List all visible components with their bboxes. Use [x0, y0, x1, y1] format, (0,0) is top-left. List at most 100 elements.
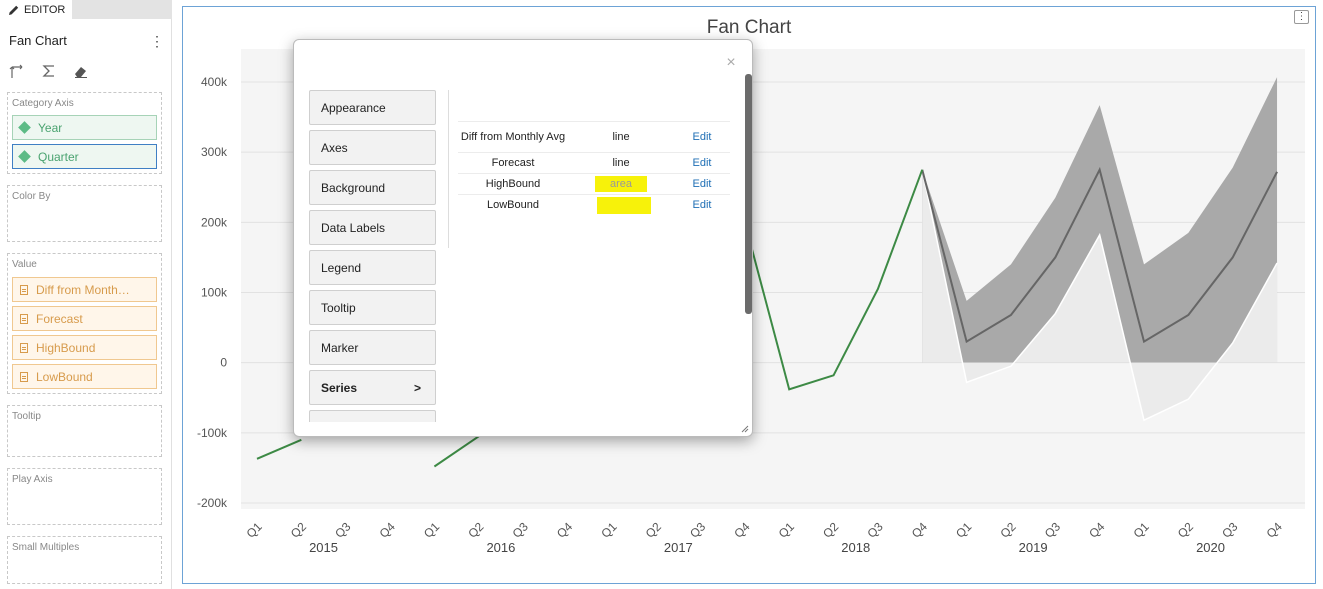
- editor-toolbar: [8, 62, 90, 80]
- menu-marker[interactable]: Marker: [309, 330, 436, 365]
- well-color-by[interactable]: Color By: [7, 185, 162, 242]
- well-label: Value: [12, 259, 37, 270]
- well-play-axis[interactable]: Play Axis: [7, 468, 162, 525]
- chip-forecast[interactable]: Forecast: [12, 306, 157, 331]
- axis-swap-icon[interactable]: [8, 62, 26, 80]
- tab-editor-label: EDITOR: [24, 3, 66, 16]
- edit-link[interactable]: Edit: [674, 173, 730, 195]
- x-tick-label: Q2: [1175, 519, 1196, 540]
- chip-diff-from-monthly-avg[interactable]: Diff from Month…: [12, 277, 157, 302]
- menu-data-labels[interactable]: Data Labels: [309, 210, 436, 245]
- x-tick-label: Q4: [1086, 519, 1107, 540]
- well-label: Tooltip: [12, 411, 41, 422]
- x-tick-label: Q1: [421, 519, 442, 540]
- y-tick-label: 300k: [201, 145, 228, 159]
- x-tick-label: Q2: [643, 519, 664, 540]
- x-tick-label: Q1: [776, 519, 797, 540]
- x-tick-label: Q3: [510, 519, 531, 540]
- series-type-cell: [568, 194, 674, 216]
- x-tick-label: Q3: [864, 519, 885, 540]
- year-label: 2019: [1019, 540, 1048, 555]
- x-tick-label: Q2: [465, 519, 486, 540]
- x-tick-label: Q4: [1264, 519, 1285, 540]
- menu-axes[interactable]: Axes: [309, 130, 436, 165]
- y-tick-label: 400k: [201, 75, 228, 89]
- divider: [448, 90, 449, 248]
- chart-name-label: Fan Chart: [9, 33, 67, 48]
- series-type[interactable]: area: [595, 176, 647, 192]
- well-tooltip[interactable]: Tooltip: [7, 405, 162, 457]
- x-tick-label: Q1: [1131, 519, 1152, 540]
- well-value[interactable]: Value Diff from Month… Forecast HighBoun…: [7, 253, 162, 394]
- dimension-icon: [18, 121, 31, 134]
- menu-appearance[interactable]: Appearance: [309, 90, 436, 125]
- series-name: Diff from Monthly Avg: [458, 121, 568, 153]
- series-type: line: [568, 121, 674, 153]
- editor-tabbar: EDITOR: [0, 0, 172, 19]
- chip-lowbound[interactable]: LowBound: [12, 364, 157, 389]
- measure-icon: [20, 284, 28, 295]
- year-label: 2018: [841, 540, 870, 555]
- dimension-icon: [18, 150, 31, 163]
- x-tick-label: Q3: [1042, 519, 1063, 540]
- chart-title: Fan Chart: [706, 17, 792, 38]
- edit-link[interactable]: Edit: [674, 194, 730, 216]
- year-label: 2020: [1196, 540, 1225, 555]
- more-options-icon[interactable]: ⋮: [150, 33, 164, 50]
- eraser-icon[interactable]: [72, 62, 90, 80]
- x-tick-label: Q4: [554, 519, 575, 540]
- highlight-mark[interactable]: [597, 196, 651, 214]
- x-tick-label: Q1: [244, 519, 265, 540]
- close-icon[interactable]: ×: [724, 54, 738, 72]
- x-tick-label: Q1: [953, 519, 974, 540]
- x-tick-label: Q2: [288, 519, 309, 540]
- x-tick-label: Q4: [731, 519, 752, 540]
- series-name: LowBound: [458, 194, 568, 216]
- chart-settings-dialog: × Appearance Axes Background Data Labels…: [293, 39, 753, 437]
- well-category-axis[interactable]: Category Axis Year Quarter: [7, 92, 162, 174]
- y-tick-label: 200k: [201, 215, 228, 229]
- pencil-icon: [9, 5, 19, 15]
- menu-series-label: Series: [321, 380, 358, 395]
- menu-thresholds[interactable]: Thresholds: [309, 410, 436, 422]
- menu-background[interactable]: Background: [309, 170, 436, 205]
- dialog-scrollbar[interactable]: [745, 74, 752, 314]
- well-label: Play Axis: [12, 474, 53, 485]
- sigma-icon[interactable]: [40, 62, 58, 80]
- table-row: LowBound Edit: [458, 194, 730, 216]
- x-tick-label: Q3: [687, 519, 708, 540]
- edit-link[interactable]: Edit: [674, 121, 730, 153]
- tab-editor[interactable]: EDITOR: [0, 0, 72, 19]
- series-type: line: [568, 152, 674, 174]
- x-tick-label: Q3: [332, 519, 353, 540]
- chip-highbound[interactable]: HighBound: [12, 335, 157, 360]
- well-small-multiples[interactable]: Small Multiples: [7, 536, 162, 584]
- x-tick-label: Q3: [1219, 519, 1240, 540]
- measure-icon: [20, 342, 28, 353]
- year-label: 2015: [309, 540, 338, 555]
- x-tick-label: Q4: [909, 519, 930, 540]
- panel-menu-icon[interactable]: ⋮: [1294, 10, 1309, 24]
- y-tick-label: 100k: [201, 286, 228, 300]
- settings-menu: Appearance Axes Background Data Labels L…: [309, 90, 436, 422]
- menu-tooltip[interactable]: Tooltip: [309, 290, 436, 325]
- x-tick-label: Q1: [598, 519, 619, 540]
- well-label: Color By: [12, 191, 51, 202]
- well-label: Small Multiples: [12, 542, 80, 553]
- series-type-cell: area: [568, 173, 674, 195]
- x-tick-label: Q2: [998, 519, 1019, 540]
- chip-quarter[interactable]: Quarter: [12, 144, 157, 169]
- menu-series[interactable]: Series >: [309, 370, 436, 405]
- chip-year[interactable]: Year: [12, 115, 157, 140]
- edit-link[interactable]: Edit: [674, 152, 730, 174]
- measure-icon: [20, 313, 28, 324]
- y-tick-label: 0: [220, 356, 227, 370]
- table-row: Forecast line Edit: [458, 152, 730, 174]
- table-row: Diff from Monthly Avg line Edit: [458, 121, 730, 153]
- well-label: Category Axis: [12, 98, 74, 109]
- chevron-right-icon: >: [413, 380, 421, 395]
- year-label: 2017: [664, 540, 693, 555]
- x-tick-label: Q2: [820, 519, 841, 540]
- menu-legend[interactable]: Legend: [309, 250, 436, 285]
- resize-handle-icon[interactable]: [741, 425, 749, 433]
